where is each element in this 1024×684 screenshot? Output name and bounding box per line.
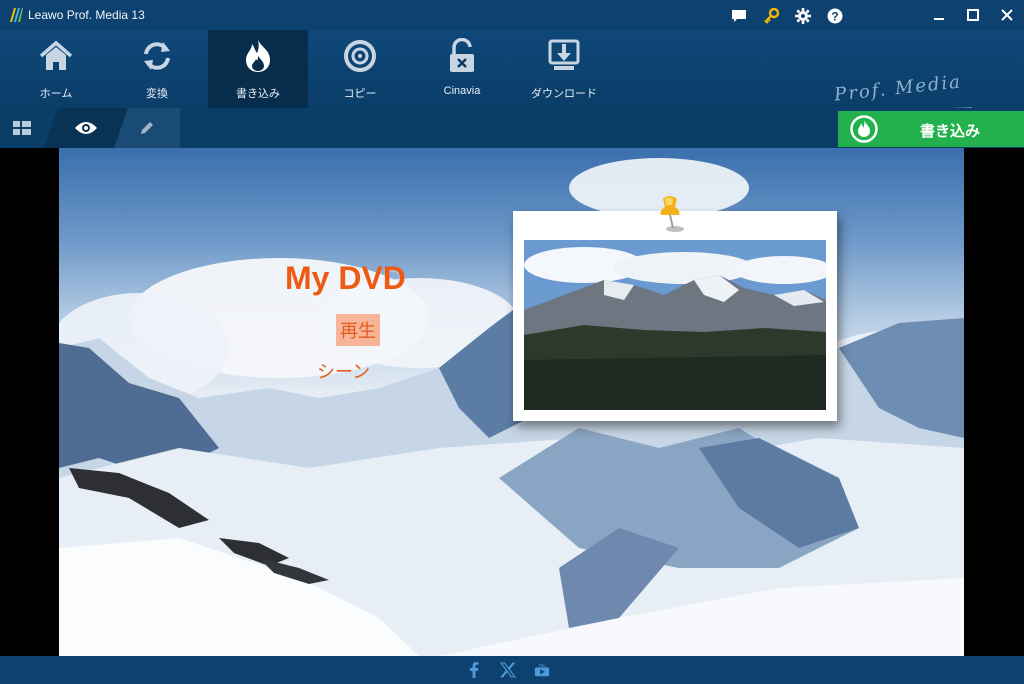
nav-label-copy: コピー [343,88,377,100]
preview-button[interactable] [44,108,128,148]
burn-disc-icon [850,115,878,143]
maximize-icon [967,9,979,21]
feedback-icon[interactable] [726,6,752,26]
app-logo-icon [10,8,23,22]
nav-item-burn[interactable]: 書き込み [208,30,308,108]
menu-photo [524,240,826,410]
minimize-icon [934,18,944,20]
convert-icon [144,42,170,70]
x-icon[interactable] [500,662,516,678]
download-icon [548,39,580,70]
burn-button-label: 書き込み [920,123,981,140]
nav-label-home: ホーム [39,88,73,100]
close-icon [1001,9,1013,21]
maximize-button[interactable] [956,0,990,30]
nav-item-home[interactable]: ホーム [6,30,106,108]
grid-view-icon [13,121,31,135]
nav-label-cinavia: Cinavia [443,85,481,97]
preview-stage: My DVD 再生 シーン [0,148,1024,656]
menu-scene-button[interactable]: シーン [317,358,370,384]
photo-frame [513,196,837,421]
minimize-button[interactable] [922,0,956,30]
close-button[interactable] [990,0,1024,30]
main-nav: ホーム 変換 書き込み コピー Cinavia ダウンロード Prof. Med… [0,30,1024,127]
menu-play-button[interactable]: 再生 [336,314,380,346]
nav-item-convert[interactable]: 変換 [107,30,207,108]
facebook-icon[interactable] [466,662,482,678]
title-bar: Leawo Prof. Media 13 ? [0,0,1024,30]
svg-text:?: ? [831,10,838,24]
menu-title: My DVD [285,260,406,296]
dvd-menu-background: My DVD 再生 シーン [59,148,964,656]
home-icon [39,40,73,70]
app-title: Leawo Prof. Media 13 [28,8,145,22]
pushpin-icon [660,196,684,232]
nav-label-download: ダウンロード [531,88,597,100]
grid-view-button[interactable] [0,108,44,148]
copy-disc-icon [344,40,376,72]
youtube-icon[interactable]: You [534,662,550,678]
svg-text:You: You [538,662,546,667]
nav-item-download[interactable]: ダウンロード [514,30,614,108]
key-icon[interactable] [758,6,784,26]
nav-item-cinavia[interactable]: Cinavia [412,30,512,108]
burn-icon [246,40,270,72]
nav-label-burn: 書き込み [236,88,280,100]
nav-label-convert: 変換 [146,88,168,100]
gear-icon[interactable] [790,6,816,26]
help-icon[interactable]: ? [822,6,848,26]
cinavia-unlock-icon [450,38,474,72]
edit-pencil-icon [141,122,153,134]
preview-eye-icon [74,120,98,136]
bottom-bar: You [0,656,1024,684]
nav-item-copy[interactable]: コピー [310,30,410,108]
burn-button[interactable]: 書き込み [838,111,1024,147]
